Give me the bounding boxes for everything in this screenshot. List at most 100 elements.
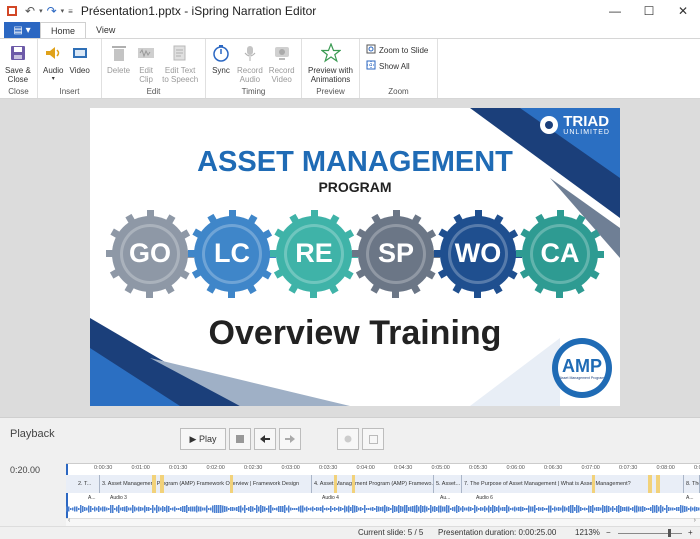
zoom-out-button[interactable]: − bbox=[606, 528, 611, 537]
audio-clip-label[interactable]: Audio 3 bbox=[110, 495, 127, 501]
timeline-scrollbar[interactable]: ‹ › bbox=[66, 517, 700, 526]
group-label: Insert bbox=[59, 87, 80, 96]
status-bar: Current slide: 5 / 5 Presentation durati… bbox=[0, 526, 700, 539]
gear-badge-go: GO bbox=[104, 208, 196, 300]
slide-segment[interactable]: 2. T... bbox=[76, 475, 100, 493]
webcam-icon bbox=[272, 43, 292, 63]
edit-clip-button[interactable]: Edit Clip bbox=[133, 41, 159, 84]
slide-segment[interactable]: 3. Asset Management Program (AMP) Framew… bbox=[100, 475, 312, 493]
tab-home[interactable]: Home bbox=[40, 22, 87, 38]
save-close-label: Save & Close bbox=[5, 66, 31, 84]
playback-title: Playback bbox=[10, 428, 55, 440]
close-button[interactable]: ✕ bbox=[666, 0, 700, 22]
slide-workarea: TRIAD UNLIMITED ASSET MANAGEMENT PROGRAM… bbox=[0, 99, 700, 417]
tab-view[interactable]: View bbox=[86, 22, 125, 38]
delete-button[interactable]: Delete bbox=[104, 41, 133, 75]
zoom-level: 1213% bbox=[575, 528, 600, 537]
zoom-slider-thumb[interactable] bbox=[668, 529, 671, 537]
gear-label: RE bbox=[295, 238, 333, 268]
edit-text-to-speech-button[interactable]: Edit Text to Speech bbox=[159, 41, 201, 84]
next-button[interactable] bbox=[279, 428, 301, 450]
record-button[interactable] bbox=[337, 428, 359, 450]
animation-marker[interactable] bbox=[152, 475, 156, 493]
group-label: Timing bbox=[241, 87, 266, 96]
audio-clip-label[interactable]: A... bbox=[686, 495, 694, 501]
trash-icon bbox=[109, 43, 129, 63]
show-all-label: Show All bbox=[379, 61, 410, 71]
ruler-tick: 0:06:30 bbox=[544, 465, 563, 471]
edit-clip-icon bbox=[136, 43, 156, 63]
record-audio-label: Record Audio bbox=[237, 66, 263, 84]
slide-subtitle: PROGRAM bbox=[318, 179, 392, 195]
gear-label: WO bbox=[454, 238, 502, 268]
marker-icon bbox=[368, 434, 378, 444]
animation-marker[interactable] bbox=[592, 475, 595, 493]
animation-marker[interactable] bbox=[648, 475, 652, 493]
animation-marker[interactable] bbox=[334, 475, 337, 493]
audio-clip-label[interactable]: Audio 6 bbox=[476, 495, 493, 501]
slide-segment[interactable]: 4. Asset Management Program (AMP) Framew… bbox=[312, 475, 434, 493]
file-menu-button[interactable]: ▤ ▾ bbox=[4, 22, 40, 38]
show-all-icon bbox=[366, 60, 376, 72]
audio-clip-label[interactable]: Au... bbox=[440, 495, 450, 501]
animation-marker[interactable] bbox=[230, 475, 233, 493]
sync-button[interactable]: Sync bbox=[208, 41, 234, 75]
group-label: Close bbox=[8, 87, 29, 96]
ruler-tick: 0:04:30 bbox=[394, 465, 413, 471]
title-bar: ↶ ▾ ↷ ▾ ≡ Présentation1.pptx - iSpring N… bbox=[0, 0, 700, 22]
play-button[interactable]: ▶ Play bbox=[180, 428, 226, 450]
dropdown-arrow-icon[interactable]: ▾ bbox=[61, 7, 65, 15]
show-all-button[interactable]: Show All bbox=[366, 59, 410, 73]
stop-icon bbox=[236, 435, 244, 443]
animation-marker[interactable] bbox=[656, 475, 660, 493]
stop-button[interactable] bbox=[229, 428, 251, 450]
animation-marker[interactable] bbox=[160, 475, 164, 493]
timeline[interactable]: 0:00:30 0:01:00 0:01:30 0:02:00 0:02:30 0:03:… bbox=[66, 463, 700, 518]
ruler-tick: 0:07:30 bbox=[619, 465, 638, 471]
scroll-left-icon[interactable]: ‹ bbox=[68, 517, 70, 524]
undo-icon[interactable]: ↶ bbox=[25, 4, 35, 18]
redo-icon[interactable]: ↷ bbox=[47, 4, 57, 18]
amp-logo: AMP Asset Management Program bbox=[550, 336, 614, 400]
ruler-tick: 0:01:30 bbox=[169, 465, 188, 471]
save-close-button[interactable]: Save & Close bbox=[2, 41, 34, 84]
slide-canvas: TRIAD UNLIMITED ASSET MANAGEMENT PROGRAM… bbox=[90, 108, 620, 406]
audio-clip-label[interactable]: A... bbox=[88, 495, 96, 501]
amp-subtext: Asset Management Program bbox=[559, 376, 605, 380]
preview-with-animations-button[interactable]: Preview with Animations bbox=[305, 41, 356, 84]
zoom-in-button[interactable]: + bbox=[688, 528, 693, 537]
gear-badge-wo: WO bbox=[432, 208, 524, 300]
zoom-to-slide-button[interactable]: Zoom to Slide bbox=[366, 43, 428, 57]
record-audio-button[interactable]: Record Audio bbox=[234, 41, 266, 84]
audio-clip-label[interactable]: Audio 4 bbox=[322, 495, 339, 501]
zoom-slider[interactable] bbox=[618, 533, 682, 534]
group-edit: Delete Edit Clip Edit Text to Speech Edi… bbox=[102, 39, 206, 98]
edit-text-label: Edit Text to Speech bbox=[162, 66, 199, 84]
maximize-button[interactable]: ☐ bbox=[632, 0, 666, 22]
animation-marker[interactable] bbox=[352, 475, 355, 493]
microphone-icon bbox=[240, 43, 260, 63]
stopwatch-icon bbox=[211, 43, 231, 63]
scroll-right-icon[interactable]: › bbox=[694, 517, 696, 524]
ruler-tick: 0:01:00 bbox=[131, 465, 150, 471]
slide-segment[interactable]: 8. The bbox=[684, 475, 700, 493]
ruler-tick: 0:05:30 bbox=[469, 465, 488, 471]
video-button[interactable]: Video bbox=[66, 41, 92, 75]
dropdown-arrow-icon[interactable]: ▾ bbox=[39, 7, 43, 15]
record-video-button[interactable]: Record Video bbox=[266, 41, 298, 84]
chevron-down-icon: ▾ bbox=[51, 76, 55, 82]
slide-segment[interactable]: 5. Asset... bbox=[434, 475, 462, 493]
customize-toolbar-icon[interactable]: ≡ bbox=[68, 7, 73, 16]
slide-title: ASSET MANAGEMENT bbox=[197, 146, 513, 178]
document-speech-icon bbox=[170, 43, 190, 63]
gear-badge-lc: LC bbox=[186, 208, 278, 300]
group-label: Zoom bbox=[388, 87, 409, 96]
ruler-tick: 0:02:00 bbox=[206, 465, 225, 471]
slide-marker-button[interactable] bbox=[362, 428, 384, 450]
edit-clip-label: Edit Clip bbox=[139, 66, 154, 84]
minimize-button[interactable]: — bbox=[598, 0, 632, 22]
previous-button[interactable] bbox=[254, 428, 276, 450]
group-preview: Preview with Animations Preview bbox=[302, 39, 360, 98]
audio-button[interactable]: Audio ▾ bbox=[40, 41, 66, 84]
playback-panel: Playback ▶ Play 0:20.00 0:00:30 0:01:00 0:… bbox=[0, 417, 700, 539]
